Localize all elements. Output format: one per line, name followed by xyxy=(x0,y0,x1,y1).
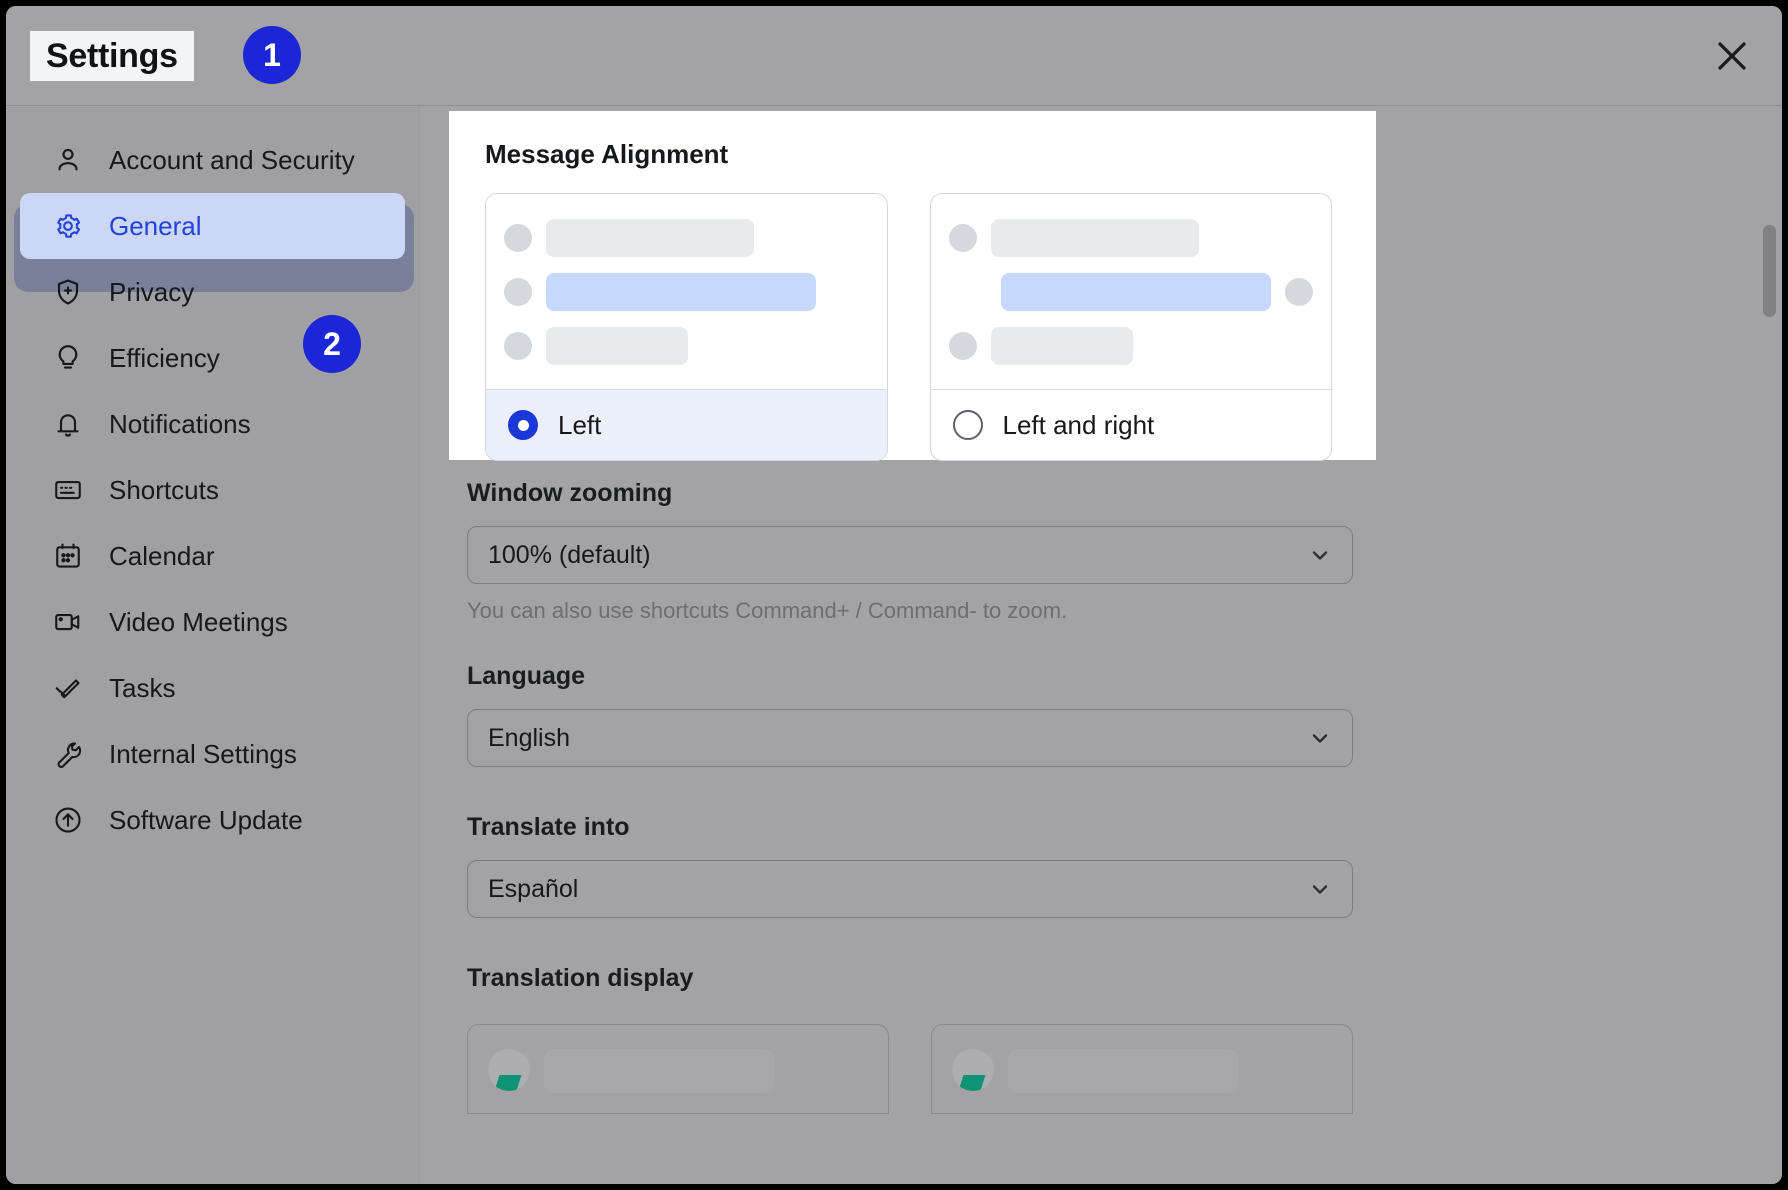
avatar xyxy=(952,1049,994,1091)
message-bubble xyxy=(991,327,1133,365)
sidebar-item-video-meetings[interactable]: Video Meetings xyxy=(20,589,405,655)
alignment-option-left[interactable]: Left xyxy=(485,193,888,461)
message-alignment-panel: Message Alignment xyxy=(449,111,1376,460)
sidebar-item-label: General xyxy=(109,211,202,242)
preview-message-row xyxy=(949,219,1314,257)
sidebar-item-calendar[interactable]: Calendar xyxy=(20,523,405,589)
person-icon xyxy=(52,144,84,176)
translate-into-value: Español xyxy=(488,875,1308,904)
sidebar-item-label: Video Meetings xyxy=(109,607,288,638)
content-scrollbar-thumb[interactable] xyxy=(1763,225,1776,317)
alignment-option-left-and-right[interactable]: Left and right xyxy=(930,193,1333,461)
sidebar-item-shortcuts[interactable]: Shortcuts xyxy=(20,457,405,523)
sidebar-item-general[interactable]: General xyxy=(20,193,405,259)
sidebar-item-label: Privacy xyxy=(109,277,194,308)
sidebar-item-account-and-security[interactable]: Account and Security xyxy=(20,127,405,193)
alignment-preview-left xyxy=(486,194,887,389)
sidebar-item-notifications[interactable]: Notifications xyxy=(20,391,405,457)
calendar-icon xyxy=(52,540,84,572)
annotation-badge-2: 2 xyxy=(303,315,361,373)
alignment-option-label: Left xyxy=(558,410,601,441)
avatar xyxy=(949,332,977,360)
sidebar-item-internal-settings[interactable]: Internal Settings xyxy=(20,721,405,787)
sidebar-item-label: Account and Security xyxy=(109,145,355,176)
check-pencil-icon xyxy=(52,672,84,704)
title-bar: Settings 1 xyxy=(6,6,1782,106)
message-bubble xyxy=(544,1049,774,1093)
message-bubble-own xyxy=(546,273,816,311)
sidebar-item-label: Efficiency xyxy=(109,343,220,374)
sidebar-item-label: Calendar xyxy=(109,541,215,572)
preview-message-row xyxy=(949,273,1314,311)
settings-window: Settings 1 Account and Security xyxy=(6,6,1782,1184)
language-label: Language xyxy=(467,662,1353,691)
settings-title-highlight: Settings xyxy=(30,31,194,81)
window-zooming-value: 100% (default) xyxy=(488,541,1308,570)
alignment-option-label: Left and right xyxy=(1003,410,1155,441)
alignment-preview-left-and-right xyxy=(931,194,1332,389)
window-zooming-hint: You can also use shortcuts Command+ / Co… xyxy=(467,598,1353,624)
message-bubble xyxy=(991,219,1199,257)
avatar xyxy=(504,278,532,306)
lightbulb-icon xyxy=(52,342,84,374)
avatar xyxy=(504,224,532,252)
chevron-down-icon xyxy=(1308,543,1332,567)
avatar xyxy=(949,224,977,252)
settings-content: Message Alignment xyxy=(421,107,1782,1184)
language-section: Language English xyxy=(467,662,1353,767)
message-alignment-options: Left xyxy=(467,193,1350,461)
translate-into-select[interactable]: Español xyxy=(467,860,1353,918)
sidebar-item-software-update[interactable]: Software Update xyxy=(20,787,405,853)
translate-into-label: Translate into xyxy=(467,813,1353,842)
message-bubble xyxy=(1008,1049,1238,1093)
translation-display-option-2[interactable] xyxy=(931,1024,1353,1114)
shield-plus-icon xyxy=(52,276,84,308)
sidebar-item-label: Notifications xyxy=(109,409,251,440)
message-bubble-own xyxy=(1001,273,1271,311)
video-camera-icon xyxy=(52,606,84,638)
preview-message-row xyxy=(504,327,869,365)
avatar xyxy=(1285,278,1313,306)
translate-into-section: Translate into Español xyxy=(467,813,1353,918)
close-icon[interactable] xyxy=(1706,30,1758,82)
translation-display-options xyxy=(467,1024,1353,1114)
radio-left-and-right[interactable] xyxy=(953,410,983,440)
sidebar-item-privacy[interactable]: Privacy xyxy=(20,259,405,325)
window-zooming-label: Window zooming xyxy=(467,479,1353,508)
bell-icon xyxy=(52,408,84,440)
annotation-badge-1: 1 xyxy=(243,26,301,84)
sidebar-item-label: Tasks xyxy=(109,673,175,704)
page-title: Settings xyxy=(46,37,178,76)
radio-left[interactable] xyxy=(508,410,538,440)
keyboard-icon xyxy=(52,474,84,506)
message-alignment-title: Message Alignment xyxy=(485,139,1350,170)
translation-display-label: Translation display xyxy=(467,964,1353,993)
translation-display-option-1[interactable] xyxy=(467,1024,889,1114)
sidebar: Account and Security General 2 Privacy xyxy=(6,107,420,1184)
alignment-left-and-right-footer[interactable]: Left and right xyxy=(931,389,1332,460)
language-value: English xyxy=(488,724,1308,753)
message-bubble xyxy=(546,219,754,257)
avatar xyxy=(504,332,532,360)
chevron-down-icon xyxy=(1308,726,1332,750)
preview-message-row xyxy=(504,219,869,257)
language-select[interactable]: English xyxy=(467,709,1353,767)
sidebar-item-label: Software Update xyxy=(109,805,303,836)
window-zooming-select[interactable]: 100% (default) xyxy=(467,526,1353,584)
sidebar-item-tasks[interactable]: Tasks xyxy=(20,655,405,721)
gear-icon xyxy=(52,210,84,242)
preview-message-row xyxy=(949,327,1314,365)
preview-message-row xyxy=(504,273,869,311)
sidebar-item-label: Shortcuts xyxy=(109,475,219,506)
message-bubble xyxy=(546,327,688,365)
sidebar-item-label: Internal Settings xyxy=(109,739,297,770)
wrench-icon xyxy=(52,738,84,770)
window-zooming-section: Window zooming 100% (default) You can al… xyxy=(467,479,1353,624)
arrow-up-circle-icon xyxy=(52,804,84,836)
translation-display-section: Translation display xyxy=(467,964,1353,1011)
alignment-left-footer[interactable]: Left xyxy=(486,389,887,460)
chevron-down-icon xyxy=(1308,877,1332,901)
avatar xyxy=(488,1049,530,1091)
